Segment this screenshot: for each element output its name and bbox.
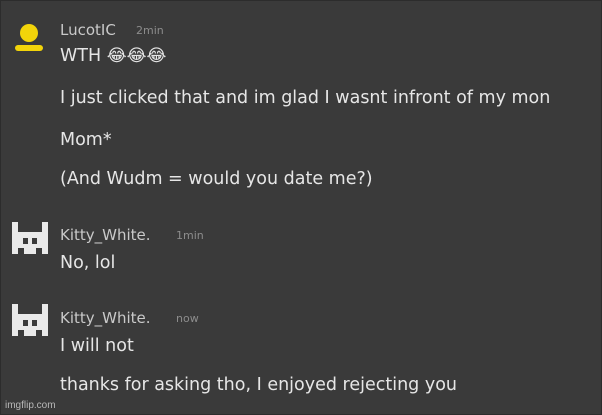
timestamp: now bbox=[176, 312, 199, 325]
message-line: WTH bbox=[60, 46, 102, 66]
message-text: WTH 😂😂😂 bbox=[60, 46, 166, 66]
message-text: thanks for asking tho, I enjoyed rejecti… bbox=[60, 375, 458, 395]
message-text: No, lol bbox=[60, 253, 116, 273]
message-text: I will not bbox=[60, 336, 134, 356]
message-text: Mom* bbox=[60, 130, 112, 150]
yellow-person-icon[interactable] bbox=[11, 21, 47, 53]
pixel-avatar-icon[interactable] bbox=[12, 304, 48, 336]
username[interactable]: Kitty_White. bbox=[60, 226, 151, 244]
message-text: I just clicked that and im glad I wasnt … bbox=[60, 88, 551, 108]
watermark: imgflip.com bbox=[5, 400, 56, 411]
chat-panel: LucotIC 2min WTH 😂😂😂 I just clicked that… bbox=[0, 0, 602, 415]
pixel-avatar-icon[interactable] bbox=[12, 222, 48, 254]
laughing-emoji-icon: 😂😂😂 bbox=[106, 46, 167, 66]
timestamp: 1min bbox=[176, 229, 204, 242]
username[interactable]: LucotIC bbox=[60, 21, 116, 39]
message-text: (And Wudm = would you date me?) bbox=[60, 169, 373, 189]
username[interactable]: Kitty_White. bbox=[60, 309, 151, 327]
timestamp: 2min bbox=[136, 24, 164, 37]
